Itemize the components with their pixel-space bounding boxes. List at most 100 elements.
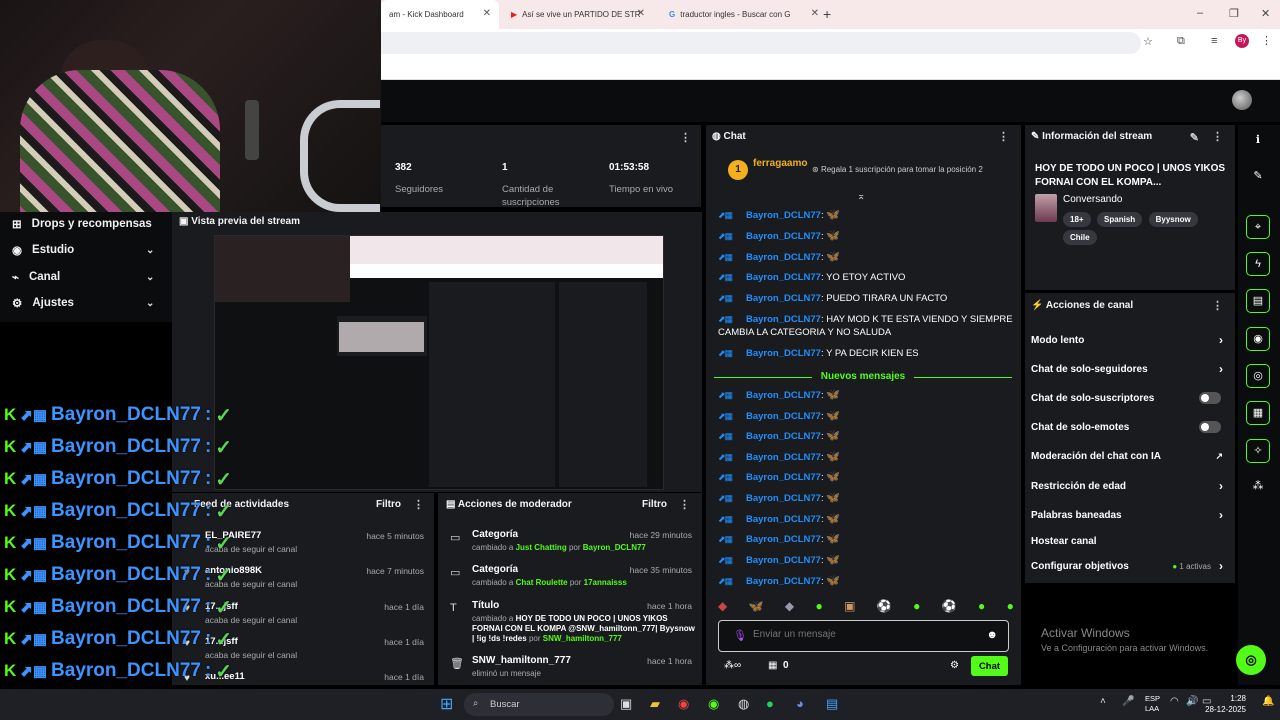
notification-icon[interactable]: 🔔 xyxy=(1262,696,1274,707)
emote-icon[interactable]: ◆ xyxy=(785,599,794,617)
more-options-icon[interactable]: ⋮ xyxy=(998,130,1009,143)
sidebar-item-studio[interactable]: ◉ Estudio ⌄ xyxy=(12,243,172,257)
menu-icon[interactable]: ⋮ xyxy=(1261,34,1272,47)
lightning-icon[interactable]: ϟ xyxy=(1246,252,1270,276)
chat-username[interactable]: Bayron_DCLN77 xyxy=(746,411,821,422)
emote-icon[interactable]: ● xyxy=(978,599,985,617)
chat-username[interactable]: Bayron_DCLN77 xyxy=(746,555,821,566)
windows-start-icon[interactable]: ⊞ xyxy=(440,694,453,714)
emote-icon[interactable]: ● xyxy=(816,599,823,617)
tag[interactable]: Byysnow xyxy=(1148,212,1198,227)
filter-button[interactable]: Filtro xyxy=(376,499,401,510)
action-banned-words[interactable]: Palabras baneadas › xyxy=(1031,508,1229,522)
kick-help-button[interactable]: ◎ xyxy=(1236,645,1266,675)
tag[interactable]: Spanish xyxy=(1097,212,1143,227)
store-icon[interactable]: ▦ xyxy=(1246,401,1270,425)
category-name[interactable]: Conversando xyxy=(1063,194,1122,205)
chat-username[interactable]: Bayron_DCLN77 xyxy=(746,576,821,587)
user-avatar[interactable] xyxy=(1232,90,1252,110)
emote-icon[interactable]: ⚽ xyxy=(942,599,957,617)
send-chat-button[interactable]: Chat xyxy=(971,656,1008,676)
volume-icon[interactable]: 🔊 xyxy=(1186,696,1198,707)
chrome-icon[interactable]: ◉ xyxy=(678,696,689,712)
subs-only-toggle[interactable] xyxy=(1199,392,1221,404)
profile-avatar[interactable]: By xyxy=(1235,34,1249,48)
tray-chevron-icon[interactable]: ˄ xyxy=(1100,696,1106,707)
file-explorer-icon[interactable]: ▰ xyxy=(650,696,660,712)
minimize-button[interactable]: – xyxy=(1197,7,1203,19)
close-icon[interactable]: ✕ xyxy=(637,8,645,19)
taskbar-search[interactable]: ⌕ Buscar xyxy=(464,693,614,716)
close-icon[interactable]: ✕ xyxy=(483,8,491,19)
emote-icon[interactable]: ● xyxy=(913,599,920,617)
chat-input-box[interactable]: 🎙 ☻ xyxy=(718,620,1009,652)
chat-username[interactable]: Bayron_DCLN77 xyxy=(746,534,821,545)
broadcast-icon[interactable]: ◎ xyxy=(1246,364,1270,388)
sidebar-item-settings[interactable]: ⚙ Ajustes ⌄ xyxy=(12,296,172,310)
media-icon[interactable]: ≡ xyxy=(1211,35,1217,47)
close-icon[interactable]: ✕ xyxy=(811,8,819,19)
tag[interactable]: 18+ xyxy=(1063,212,1091,227)
camera-icon[interactable]: ⌖ xyxy=(1246,215,1270,239)
wrench-icon[interactable]: ✧ xyxy=(1246,439,1270,463)
tag[interactable]: Chile xyxy=(1063,230,1097,245)
close-window-button[interactable]: ✕ xyxy=(1261,7,1270,20)
action-host-channel[interactable]: Hostear canal xyxy=(1031,536,1229,547)
collapse-icon[interactable]: ⌅ xyxy=(857,191,865,202)
chrome-profile-icon[interactable]: ◉ xyxy=(708,696,719,712)
action-slow-mode[interactable]: Modo lento › xyxy=(1031,333,1229,347)
chat-input[interactable] xyxy=(753,629,973,640)
address-bar[interactable] xyxy=(381,32,1141,54)
more-options-icon[interactable]: ⋮ xyxy=(1212,130,1223,143)
emote-icon[interactable]: 🦋 xyxy=(749,599,764,617)
edit-icon[interactable]: ✎ xyxy=(1190,131,1199,144)
emote-icon[interactable]: ◆ xyxy=(718,599,727,617)
emote-icon[interactable]: ⚽ xyxy=(877,599,892,617)
app-icon[interactable]: ▤ xyxy=(826,696,838,712)
tab-youtube[interactable]: ▶ Así se vive un PARTIDO DE STR ✕ xyxy=(503,0,653,29)
chat-username[interactable]: Bayron_DCLN77 xyxy=(746,452,821,463)
task-view-icon[interactable]: ▣ xyxy=(620,696,632,712)
points-icon[interactable]: ▦ xyxy=(768,660,777,671)
discord-icon[interactable]: ◕ xyxy=(796,696,804,711)
pinned-username[interactable]: ferragaamo xyxy=(753,158,807,169)
community-icon[interactable]: ⁂ xyxy=(1246,475,1270,499)
spotify-icon[interactable]: ● xyxy=(766,696,774,711)
action-age-restriction[interactable]: Restricción de edad › xyxy=(1031,479,1229,493)
microphone-icon[interactable]: 🎤 xyxy=(1122,696,1134,707)
sidebar-item-channel[interactable]: ⌁ Canal ⌄ xyxy=(12,270,172,284)
info-icon[interactable]: ℹ xyxy=(1246,129,1270,153)
chat-bubble-icon[interactable]: ◉ xyxy=(1246,327,1270,351)
filter-button[interactable]: Filtro xyxy=(642,499,667,510)
category-thumbnail[interactable] xyxy=(1035,194,1057,222)
more-options-icon[interactable]: ⋮ xyxy=(680,131,691,144)
bookmark-star-icon[interactable]: ☆ xyxy=(1143,35,1153,48)
taskbar-clock[interactable]: 1:28 28-12-2025 xyxy=(1205,693,1246,715)
emote-icon[interactable]: ● xyxy=(1007,599,1014,617)
microphone-icon[interactable]: 🎙 xyxy=(733,629,747,642)
wifi-icon[interactable]: ◠ xyxy=(1170,696,1179,707)
more-options-icon[interactable]: ⋮ xyxy=(1212,299,1223,312)
obs-icon[interactable]: ◍ xyxy=(738,696,749,712)
action-followers-only[interactable]: Chat de solo-seguidores › xyxy=(1031,362,1229,376)
action-ai-moderation[interactable]: Moderación del chat con IA ↗ xyxy=(1031,451,1229,462)
chat-username[interactable]: Bayron_DCLN77 xyxy=(746,514,821,525)
tab-search[interactable]: G traductor ingles - Buscar con G ✕ xyxy=(661,0,827,29)
stream-preview-video[interactable] xyxy=(214,235,664,490)
pencil-icon[interactable]: ✎ xyxy=(1246,165,1270,189)
chat-username[interactable]: Bayron_DCLN77 xyxy=(746,390,821,401)
sidebar-item-drops[interactable]: ⊞ Drops y recompensas xyxy=(12,217,152,231)
chat-username[interactable]: Bayron_DCLN77 xyxy=(746,431,821,442)
clipboard-icon[interactable]: ▤ xyxy=(1246,289,1270,313)
new-messages-divider[interactable]: Nuevos mensajes xyxy=(714,371,1012,382)
gear-icon[interactable]: ⚙ xyxy=(950,660,959,671)
more-options-icon[interactable]: ⋮ xyxy=(413,498,424,511)
tab-kick-dashboard[interactable]: am - Kick Dashboard ✕ xyxy=(381,0,499,29)
emote-icon[interactable]: ▣ xyxy=(844,599,855,617)
extensions-icon[interactable]: ⧉ xyxy=(1177,35,1185,48)
emotes-only-toggle[interactable] xyxy=(1199,421,1221,433)
community-icon[interactable]: ⁂∞ xyxy=(724,660,741,671)
maximize-button[interactable]: ❐ xyxy=(1229,7,1239,20)
more-options-icon[interactable]: ⋮ xyxy=(679,498,690,511)
chat-username[interactable]: Bayron_DCLN77 xyxy=(746,472,821,483)
